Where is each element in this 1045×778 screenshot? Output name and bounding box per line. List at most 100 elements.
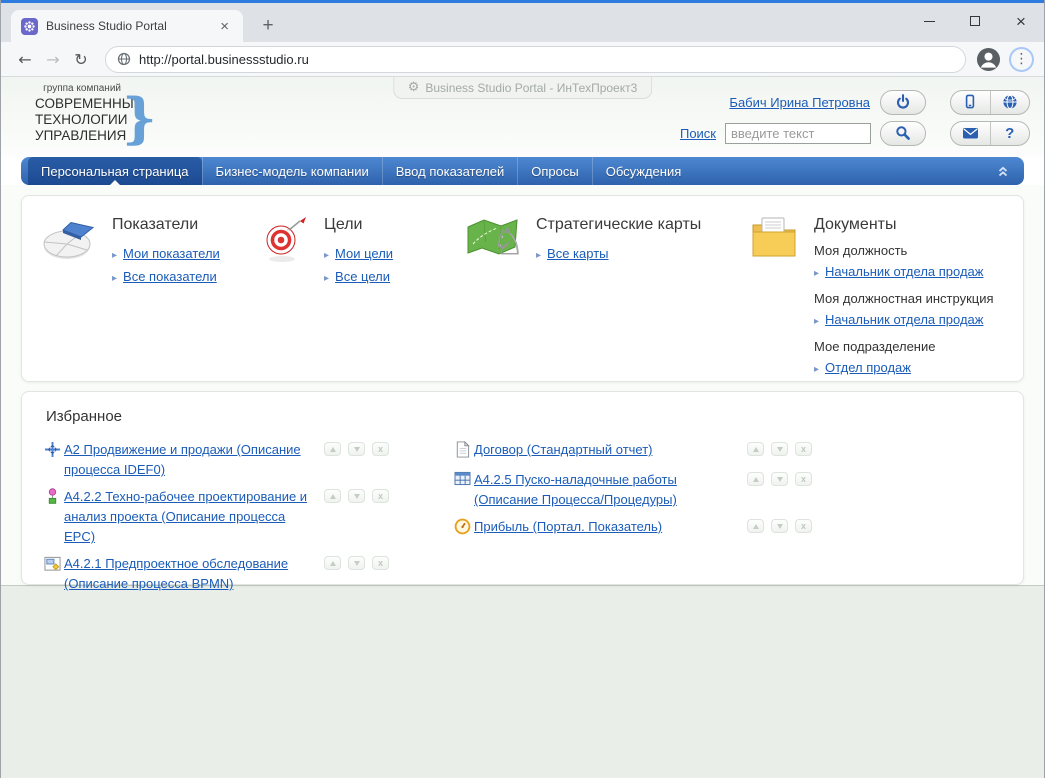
down-arrow-icon xyxy=(354,494,360,499)
logout-button[interactable] xyxy=(880,90,926,115)
tab-business-model[interactable]: Бизнес-модель компании xyxy=(202,157,382,185)
favorite-item: A4.2.2 Техно-рабочее проектирование и ан… xyxy=(44,487,389,547)
remove-icon: x xyxy=(378,445,383,454)
header-button-group-top xyxy=(950,90,1030,115)
tab-discussions[interactable]: Обсуждения xyxy=(592,157,695,185)
remove-icon: x xyxy=(801,475,806,484)
link-my-department[interactable]: Отдел продаж xyxy=(825,357,911,378)
link-all-maps[interactable]: Все карты xyxy=(547,243,608,264)
target-icon xyxy=(264,214,310,289)
link-my-position[interactable]: Начальник отдела продаж xyxy=(825,261,983,282)
bpmn-icon xyxy=(44,554,64,577)
move-down-button[interactable] xyxy=(348,489,365,503)
browser-titlebar: Business Studio Portal × + × xyxy=(1,3,1044,42)
move-up-button[interactable] xyxy=(324,489,341,503)
arrow-bullet-icon: ▸ xyxy=(814,359,819,380)
question-mark-icon: ? xyxy=(1005,125,1014,142)
double-chevron-up-icon xyxy=(997,165,1009,178)
favorites-right-column: Договор (Стандартный отчет) x A4.2.5 Пус… xyxy=(454,440,812,547)
mobile-version-button[interactable] xyxy=(951,91,990,114)
favorites-panel: Избранное A2 Продвижение и продажи (Опис… xyxy=(21,391,1024,585)
search-link[interactable]: Поиск xyxy=(680,126,716,141)
maximize-button[interactable] xyxy=(952,3,998,39)
remove-button[interactable]: x xyxy=(795,472,812,486)
favorite-link[interactable]: Договор (Стандартный отчет) xyxy=(474,440,736,460)
browser-tab[interactable]: Business Studio Portal × xyxy=(11,10,243,42)
favorites-left-column: A2 Продвижение и продажи (Описание проце… xyxy=(44,440,389,601)
reload-icon[interactable]: ↻ xyxy=(67,50,95,69)
arrow-bullet-icon: ▸ xyxy=(324,268,329,289)
move-up-button[interactable] xyxy=(324,442,341,456)
gauge-icon xyxy=(454,517,474,540)
move-up-button[interactable] xyxy=(747,442,764,456)
remove-button[interactable]: x xyxy=(372,556,389,570)
logo-tagline: группа компаний xyxy=(35,83,121,94)
section-strategy-maps: ♘ Стратегические карты ▸Все карты xyxy=(464,214,701,269)
tab-indicator-input[interactable]: Ввод показателей xyxy=(382,157,518,185)
section-title: Показатели xyxy=(112,216,220,234)
favorites-title: Избранное xyxy=(46,408,122,425)
profile-avatar-icon[interactable] xyxy=(976,47,1001,72)
move-up-button[interactable] xyxy=(324,556,341,570)
logo-line: СОВРЕМЕННЫЕ xyxy=(35,96,121,112)
pie-chart-icon xyxy=(40,214,98,289)
url-text[interactable]: http://portal.businessstudio.ru xyxy=(139,52,309,67)
tab-title: Business Studio Portal xyxy=(46,19,216,33)
link-all-goals[interactable]: Все цели xyxy=(335,266,390,287)
browser-toolbar: ← → ↻ http://portal.businessstudio.ru ⋮ xyxy=(1,42,1044,77)
close-button[interactable]: × xyxy=(998,3,1044,39)
down-arrow-icon xyxy=(777,524,783,529)
language-button[interactable] xyxy=(990,91,1030,114)
link-all-indicators[interactable]: Все показатели xyxy=(123,266,217,287)
documents-group-label: Мое подразделение xyxy=(814,339,994,354)
link-my-indicators[interactable]: Мои показатели xyxy=(123,243,220,264)
gear-icon: ⚙ xyxy=(408,80,420,95)
tab-surveys[interactable]: Опросы xyxy=(517,157,591,185)
down-arrow-icon xyxy=(354,447,360,452)
move-down-button[interactable] xyxy=(771,519,788,533)
move-down-button[interactable] xyxy=(771,442,788,456)
remove-button[interactable]: x xyxy=(372,489,389,503)
strategy-map-icon: ♘ xyxy=(464,214,522,269)
svg-text:♘: ♘ xyxy=(492,222,522,263)
help-button[interactable]: ? xyxy=(990,122,1030,145)
link-my-job-description[interactable]: Начальник отдела продаж xyxy=(825,309,983,330)
maximize-icon xyxy=(970,16,980,26)
favorite-link[interactable]: A2 Продвижение и продажи (Описание проце… xyxy=(64,440,316,480)
forward-icon[interactable]: → xyxy=(39,50,67,69)
collapse-navbar-button[interactable] xyxy=(982,157,1024,185)
move-up-button[interactable] xyxy=(747,519,764,533)
tab-personal-page[interactable]: Персональная страница xyxy=(28,157,202,185)
favorite-link[interactable]: Прибыль (Портал. Показатель) xyxy=(474,517,736,537)
link-my-goals[interactable]: Мои цели xyxy=(335,243,393,264)
new-tab-button[interactable]: + xyxy=(255,13,281,39)
move-down-button[interactable] xyxy=(771,472,788,486)
browser-menu-button[interactable]: ⋮ xyxy=(1009,47,1034,72)
main-navigation: Персональная страница Бизнес-модель комп… xyxy=(21,157,1024,185)
down-arrow-icon xyxy=(354,561,360,566)
favorite-item: A4.2.5 Пуско-наладочные работы (Описание… xyxy=(454,470,812,510)
page-content: Показатели ▸ Мои показатели ▸ Все показате… xyxy=(1,185,1044,585)
user-name-link[interactable]: Бабич Ирина Петровна xyxy=(729,95,870,110)
search-input[interactable] xyxy=(725,123,871,144)
remove-button[interactable]: x xyxy=(795,519,812,533)
favorite-item: A4.2.1 Предпроектное обследование (Описа… xyxy=(44,554,389,594)
move-down-button[interactable] xyxy=(348,442,365,456)
search-button[interactable] xyxy=(880,121,926,146)
tab-close-icon[interactable]: × xyxy=(216,17,233,36)
address-bar[interactable]: http://portal.businessstudio.ru xyxy=(105,46,966,73)
favorite-link[interactable]: A4.2.1 Предпроектное обследование (Описа… xyxy=(64,554,316,594)
favorite-link[interactable]: A4.2.2 Техно-рабочее проектирование и ан… xyxy=(64,487,316,547)
globe-blue-icon xyxy=(1002,94,1018,110)
document-icon xyxy=(454,440,474,463)
section-goals: Цели ▸Мои цели ▸Все цели xyxy=(264,214,393,289)
favorite-link[interactable]: A4.2.5 Пуско-наладочные работы (Описание… xyxy=(474,470,736,510)
move-down-button[interactable] xyxy=(348,556,365,570)
back-icon[interactable]: ← xyxy=(11,50,39,69)
remove-button[interactable]: x xyxy=(795,442,812,456)
remove-button[interactable]: x xyxy=(372,442,389,456)
header-button-group-bottom: ? xyxy=(950,121,1030,146)
minimize-button[interactable] xyxy=(906,3,952,39)
mail-button[interactable] xyxy=(951,122,990,145)
move-up-button[interactable] xyxy=(747,472,764,486)
